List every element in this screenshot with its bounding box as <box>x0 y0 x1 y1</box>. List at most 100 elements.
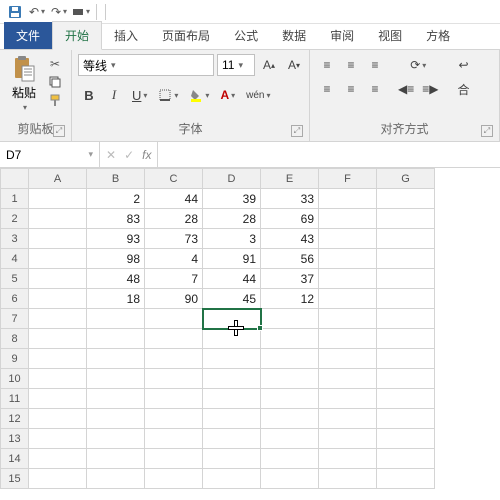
paste-button[interactable]: 粘贴 ▾ <box>6 54 42 112</box>
cell[interactable] <box>203 469 261 489</box>
cell[interactable]: 28 <box>145 209 203 229</box>
name-box[interactable]: D7▾ <box>0 142 100 167</box>
col-header[interactable]: C <box>145 169 203 189</box>
cell[interactable] <box>29 409 87 429</box>
tab-layout[interactable]: 页面布局 <box>150 22 222 49</box>
cell[interactable] <box>29 229 87 249</box>
cell[interactable]: 33 <box>261 189 319 209</box>
row-header[interactable]: 11 <box>1 389 29 409</box>
tab-home[interactable]: 开始 <box>52 21 102 50</box>
cell[interactable] <box>377 309 435 329</box>
cell[interactable] <box>87 369 145 389</box>
cell[interactable]: 90 <box>145 289 203 309</box>
row-header[interactable]: 15 <box>1 469 29 489</box>
cell[interactable] <box>29 249 87 269</box>
cell[interactable]: 12 <box>261 289 319 309</box>
formula-input[interactable] <box>158 142 500 167</box>
cell[interactable] <box>145 429 203 449</box>
cell[interactable] <box>261 369 319 389</box>
phonetic-button[interactable]: wén▾ <box>242 84 274 106</box>
align-middle-icon[interactable]: ≡ <box>340 54 362 76</box>
cell[interactable]: 44 <box>145 189 203 209</box>
cell[interactable] <box>319 329 377 349</box>
cell[interactable] <box>261 429 319 449</box>
cell[interactable]: 2 <box>87 189 145 209</box>
cell[interactable] <box>377 269 435 289</box>
wrap-text-button[interactable]: ↩ <box>452 54 474 76</box>
cell[interactable] <box>29 189 87 209</box>
cell[interactable] <box>29 449 87 469</box>
cell[interactable]: 37 <box>261 269 319 289</box>
fx-icon[interactable]: fx <box>142 148 151 162</box>
cell[interactable] <box>87 389 145 409</box>
cell[interactable] <box>377 189 435 209</box>
cell[interactable] <box>377 469 435 489</box>
cell[interactable] <box>319 349 377 369</box>
shrink-font-button[interactable]: A▾ <box>283 54 305 76</box>
cell[interactable] <box>203 329 261 349</box>
tab-dev[interactable]: 方格 <box>414 22 462 49</box>
align-left-icon[interactable]: ≡ <box>316 78 338 100</box>
tab-view[interactable]: 视图 <box>366 22 414 49</box>
select-all-corner[interactable] <box>1 169 29 189</box>
align-top-icon[interactable]: ≡ <box>316 54 338 76</box>
tab-review[interactable]: 审阅 <box>318 22 366 49</box>
cell[interactable] <box>203 349 261 369</box>
row-header[interactable]: 14 <box>1 449 29 469</box>
col-header[interactable]: F <box>319 169 377 189</box>
cell[interactable] <box>203 309 261 329</box>
cell[interactable] <box>377 429 435 449</box>
row-header[interactable]: 3 <box>1 229 29 249</box>
row-header[interactable]: 5 <box>1 269 29 289</box>
dialog-launcher-icon[interactable]: ⤢ <box>291 125 303 137</box>
col-header[interactable]: B <box>87 169 145 189</box>
cell[interactable] <box>203 449 261 469</box>
cell[interactable] <box>319 269 377 289</box>
cell[interactable] <box>29 269 87 289</box>
cell[interactable]: 45 <box>203 289 261 309</box>
cell[interactable]: 73 <box>145 229 203 249</box>
cell[interactable] <box>87 409 145 429</box>
format-painter-icon[interactable] <box>46 92 64 108</box>
italic-button[interactable]: I <box>103 84 125 106</box>
cell[interactable] <box>87 429 145 449</box>
cell[interactable] <box>145 349 203 369</box>
row-header[interactable]: 9 <box>1 349 29 369</box>
redo-icon[interactable]: ↷▾ <box>50 3 68 21</box>
cell[interactable] <box>319 369 377 389</box>
cell[interactable]: 56 <box>261 249 319 269</box>
cut-icon[interactable]: ✂ <box>46 56 64 72</box>
copy-icon[interactable] <box>46 74 64 90</box>
cell[interactable] <box>29 329 87 349</box>
row-header[interactable]: 4 <box>1 249 29 269</box>
align-right-icon[interactable]: ≡ <box>364 78 386 100</box>
cell[interactable] <box>145 469 203 489</box>
cell[interactable] <box>377 449 435 469</box>
cell[interactable] <box>145 309 203 329</box>
cell[interactable] <box>29 209 87 229</box>
cell[interactable]: 91 <box>203 249 261 269</box>
increase-indent-icon[interactable]: ≡▶ <box>418 78 442 100</box>
cell[interactable] <box>203 369 261 389</box>
cell[interactable] <box>377 209 435 229</box>
cell[interactable] <box>29 309 87 329</box>
fill-color-button[interactable]: ▾ <box>185 84 213 106</box>
cell[interactable] <box>261 389 319 409</box>
cell[interactable] <box>377 229 435 249</box>
cell[interactable] <box>145 369 203 389</box>
row-header[interactable]: 8 <box>1 329 29 349</box>
cell[interactable] <box>29 429 87 449</box>
underline-button[interactable]: U▾ <box>128 84 151 106</box>
col-header[interactable]: G <box>377 169 435 189</box>
cell[interactable]: 98 <box>87 249 145 269</box>
font-color-button[interactable]: A▾ <box>216 84 239 106</box>
cell[interactable] <box>319 189 377 209</box>
cell[interactable] <box>203 409 261 429</box>
cell[interactable] <box>87 449 145 469</box>
cell[interactable] <box>319 249 377 269</box>
cell[interactable] <box>319 449 377 469</box>
undo-icon[interactable]: ↶▾ <box>28 3 46 21</box>
cell[interactable] <box>319 469 377 489</box>
customize-icon[interactable]: ▾ <box>72 3 90 21</box>
merge-button[interactable]: 合 <box>452 78 474 100</box>
